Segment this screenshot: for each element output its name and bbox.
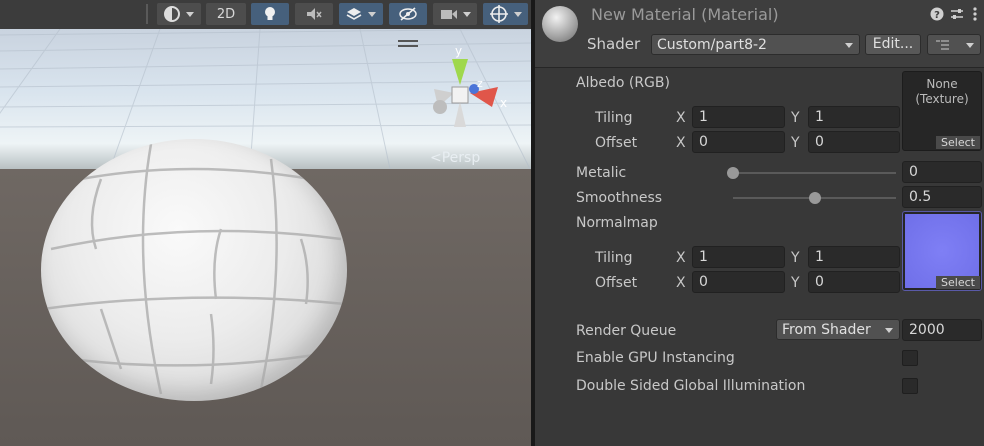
normalmap-tiling-x-field[interactable]: 1 <box>692 246 785 268</box>
smoothness-slider-thumb[interactable] <box>808 192 821 204</box>
albedo-offset-label: Offset <box>595 135 638 151</box>
normalmap-select-button[interactable]: Select <box>936 276 980 289</box>
list-icon <box>936 40 949 50</box>
albedo-tiling-x-field[interactable]: 1 <box>692 106 785 128</box>
normalmap-tiling-label: Tiling <box>595 250 633 266</box>
metalic-slider-track[interactable] <box>733 172 896 174</box>
lighting-toggle-button[interactable] <box>251 3 289 25</box>
albedo-offset-x-label: X <box>676 135 686 151</box>
preset-sliders-icon[interactable] <box>950 7 964 21</box>
gizmo-globe-icon <box>489 5 508 23</box>
material-preview-icon <box>542 6 578 42</box>
inspector-header: New Material (Material) ? Shader Custom/… <box>535 0 984 68</box>
gizmo-y-arrow[interactable] <box>452 59 468 85</box>
audio-toggle-button[interactable] <box>295 3 333 25</box>
eye-slash-icon <box>399 7 417 21</box>
albedo-tiling-label: Tiling <box>595 110 633 126</box>
smoothness-label: Smoothness <box>576 190 663 206</box>
material-title: New Material (Material) <box>591 5 779 24</box>
render-queue-mode-value: From Shader <box>782 322 871 338</box>
texture-none-label: None <box>926 77 958 91</box>
metalic-slider-thumb[interactable] <box>727 167 739 179</box>
normalmap-offset-x-label: X <box>676 275 686 291</box>
hidden-objects-toggle[interactable] <box>389 3 427 25</box>
normalmap-tiling-x-label: X <box>676 250 686 266</box>
normalmap-label: Normalmap <box>576 215 658 231</box>
render-queue-mode-dropdown[interactable]: From Shader <box>776 319 900 340</box>
normalmap-offset-x-field[interactable]: 0 <box>692 271 785 293</box>
gpu-instancing-label: Enable GPU Instancing <box>576 350 735 366</box>
muted-speaker-icon <box>307 8 322 20</box>
scene-view[interactable]: y x z <Persp 2D <box>0 0 531 446</box>
chevron-down-icon <box>845 43 853 48</box>
chevron-down-icon <box>368 11 376 17</box>
draw-mode-dropdown[interactable] <box>157 3 201 25</box>
svg-text:?: ? <box>934 10 940 21</box>
double-sided-gi-label: Double Sided Global Illumination <box>576 378 806 394</box>
help-icon[interactable]: ? <box>930 7 944 21</box>
gpu-instancing-checkbox[interactable] <box>902 350 918 366</box>
albedo-texture-none: None (Texture) <box>903 77 981 107</box>
shading-mode-icon <box>164 6 180 22</box>
layers-icon <box>346 8 362 20</box>
shader-dropdown[interactable]: Custom/part8-2 <box>651 34 860 55</box>
chevron-down-icon <box>186 11 194 17</box>
metalic-value-field[interactable]: 0 <box>902 161 982 183</box>
albedo-tiling-x-label: X <box>676 110 686 126</box>
shader-value: Custom/part8-2 <box>657 37 767 53</box>
gizmo-neg-y-cone[interactable] <box>454 101 466 127</box>
gizmo-center-cube[interactable] <box>451 86 469 104</box>
metalic-label: Metalic <box>576 165 627 181</box>
toggle-2d-button[interactable]: 2D <box>206 3 246 25</box>
normalmap-offset-y-label: Y <box>791 275 800 291</box>
gizmo-menu-icon[interactable] <box>398 40 418 50</box>
brick-pattern <box>42 143 346 395</box>
normalmap-texture-slot[interactable]: Select <box>902 211 982 291</box>
chevron-down-icon <box>513 11 522 17</box>
gizmo-y-label: y <box>455 45 462 58</box>
normalmap-tiling-y-field[interactable]: 1 <box>808 246 900 268</box>
albedo-select-button[interactable]: Select <box>936 136 980 149</box>
video-camera-icon <box>440 10 457 19</box>
gizmos-dropdown[interactable] <box>483 3 528 25</box>
normalmap-tiling-y-label: Y <box>791 250 800 266</box>
double-sided-gi-checkbox[interactable] <box>902 378 918 394</box>
material-inspector: New Material (Material) ? Shader Custom/… <box>535 0 984 446</box>
textured-sphere[interactable] <box>41 139 347 401</box>
shader-label: Shader <box>587 35 641 53</box>
gizmo-neg-z-cone[interactable] <box>433 100 447 114</box>
albedo-offset-x-field[interactable]: 0 <box>692 131 785 153</box>
orientation-gizmo[interactable]: y x z <box>430 45 512 130</box>
edit-shader-button[interactable]: Edit... <box>865 34 921 55</box>
chevron-down-icon <box>462 11 471 17</box>
more-options-icon[interactable] <box>972 6 978 22</box>
albedo-offset-y-field[interactable]: 0 <box>808 131 900 153</box>
chevron-down-icon <box>966 43 974 48</box>
albedo-tiling-y-label: Y <box>791 110 800 126</box>
render-queue-label: Render Queue <box>576 323 677 339</box>
albedo-label: Albedo (RGB) <box>576 75 670 91</box>
toolbar-separator <box>146 4 148 24</box>
smoothness-value-field[interactable]: 0.5 <box>902 186 982 208</box>
gizmo-z-label: z <box>477 77 483 90</box>
projection-label[interactable]: <Persp <box>430 150 480 166</box>
texture-type-label: (Texture) <box>915 92 969 106</box>
normalmap-offset-label: Offset <box>595 275 638 291</box>
camera-settings-dropdown[interactable] <box>433 3 477 25</box>
normalmap-offset-y-field[interactable]: 0 <box>808 271 900 293</box>
render-queue-value-field[interactable]: 2000 <box>902 319 982 341</box>
shader-options-dropdown[interactable] <box>927 34 981 55</box>
albedo-tiling-y-field[interactable]: 1 <box>808 106 900 128</box>
gizmo-x-label: x <box>500 96 507 110</box>
chevron-down-icon <box>885 328 893 333</box>
lightbulb-icon <box>265 7 275 20</box>
albedo-texture-slot[interactable]: None (Texture) Select <box>902 71 982 151</box>
scene-toolbar: 2D <box>0 0 531 29</box>
effects-dropdown[interactable] <box>339 3 383 25</box>
albedo-offset-y-label: Y <box>791 135 800 151</box>
